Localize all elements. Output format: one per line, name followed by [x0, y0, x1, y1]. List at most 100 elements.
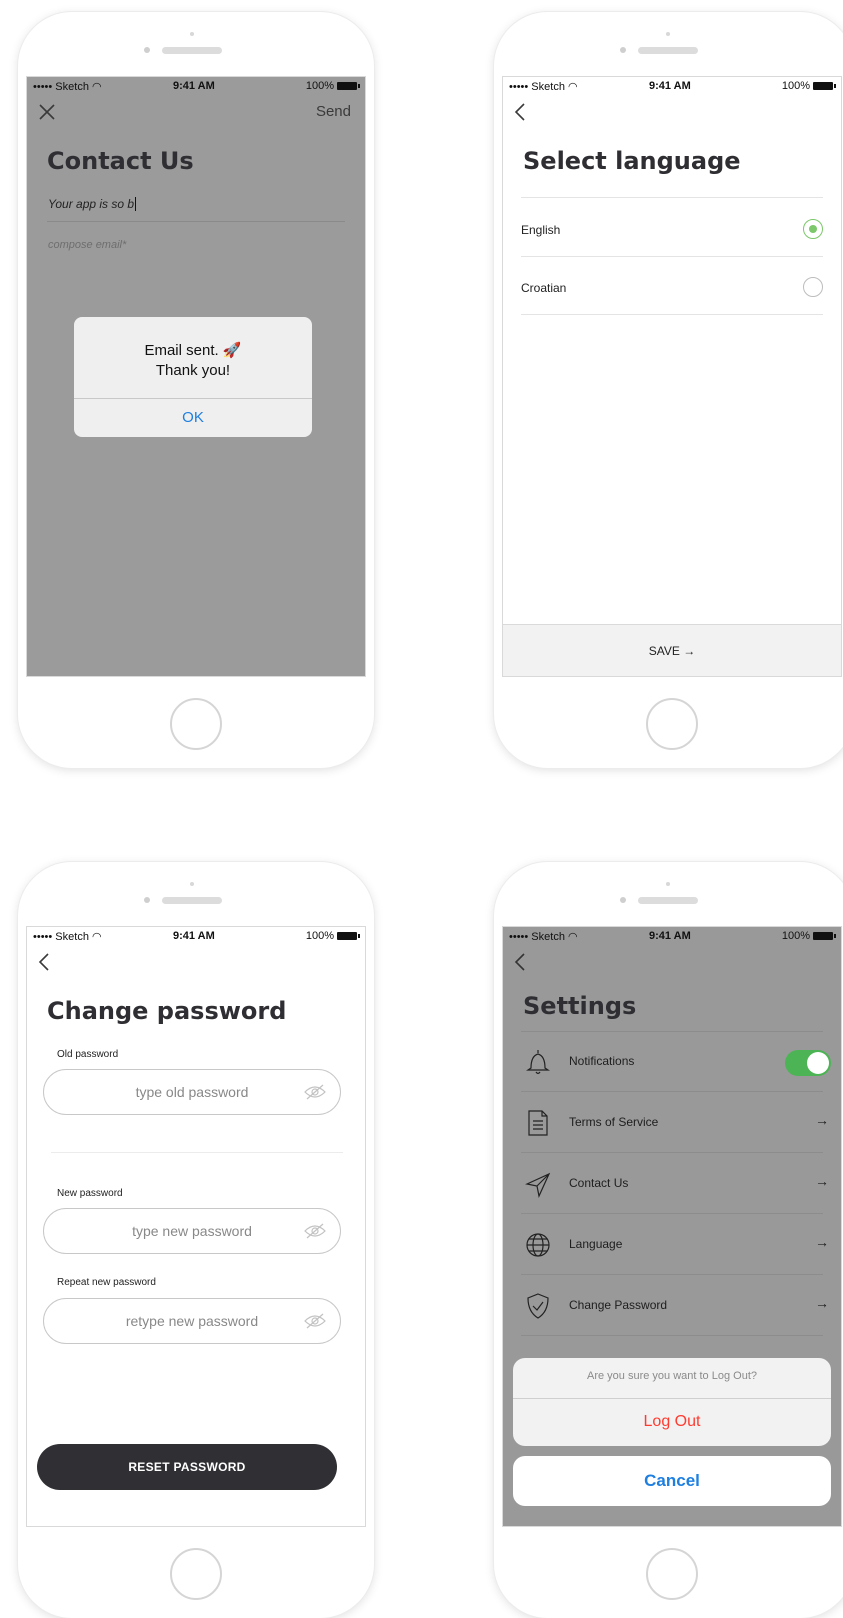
chevron-left-icon[interactable]	[37, 952, 51, 976]
status-bar: ••••• Sketch ◠ 9:41 AM 100%	[503, 927, 841, 945]
row-label: Language	[569, 1237, 623, 1251]
earpiece-speaker	[638, 897, 698, 904]
contact-screen: ••••• Sketch ◠ 9:41 AM 100% Send Contact…	[26, 76, 366, 677]
row-label: Terms of Service	[569, 1115, 659, 1129]
clock: 9:41 AM	[173, 930, 215, 942]
radio-unselected[interactable]	[803, 277, 823, 297]
front-camera	[144, 897, 150, 903]
clock: 9:41 AM	[173, 80, 215, 92]
language-label: English	[521, 223, 561, 237]
battery-percent: 100%	[781, 930, 810, 942]
battery-icon	[813, 932, 836, 940]
clock: 9:41 AM	[649, 930, 691, 942]
language-screen: ••••• Sketch ◠ 9:41 AM 100% Select langu…	[502, 76, 842, 677]
page-title: Settings	[523, 992, 637, 1020]
page-title: Select language	[523, 147, 741, 175]
battery-percent: 100%	[305, 930, 334, 942]
phone-frame-language: ••••• Sketch ◠ 9:41 AM 100% Select langu…	[494, 12, 843, 768]
document-icon	[528, 1110, 548, 1136]
field-divider	[47, 221, 345, 222]
reset-password-button[interactable]: RESET PASSWORD	[37, 1444, 337, 1490]
settings-row-notifications[interactable]: Notifications	[503, 1032, 841, 1092]
clock: 9:41 AM	[649, 80, 691, 92]
home-button[interactable]	[646, 698, 698, 750]
battery-icon	[337, 82, 360, 90]
home-button[interactable]	[170, 698, 222, 750]
row-divider	[521, 1335, 823, 1336]
new-password-input[interactable]	[44, 1209, 340, 1253]
paper-plane-icon	[525, 1172, 551, 1198]
bell-icon	[526, 1050, 550, 1075]
shield-check-icon	[527, 1293, 549, 1319]
phone-frame-contact: ••••• Sketch ◠ 9:41 AM 100% Send Contact…	[18, 12, 374, 768]
new-password-label: New password	[57, 1188, 123, 1199]
carrier-label: ••••• Sketch ◠	[33, 81, 102, 93]
sensor-dot	[190, 882, 194, 886]
phone-frame-settings: ••••• Sketch ◠ 9:41 AM 100% Settings Not…	[494, 862, 843, 1618]
old-password-input[interactable]	[44, 1070, 340, 1114]
divider	[521, 314, 823, 315]
battery-indicator: 100%	[781, 80, 836, 92]
text-cursor	[135, 197, 137, 211]
email-sent-alert: Email sent. 🚀 Thank you! OK	[74, 317, 312, 437]
old-password-field[interactable]	[43, 1069, 341, 1115]
logout-button[interactable]: Log Out	[513, 1398, 831, 1446]
battery-indicator: 100%	[305, 80, 360, 92]
status-bar: ••••• Sketch ◠ 9:41 AM 100%	[27, 927, 365, 945]
close-icon[interactable]	[37, 102, 57, 126]
settings-row-terms[interactable]: Terms of Service →	[503, 1093, 841, 1153]
send-button[interactable]: Send	[316, 103, 351, 120]
subject-field[interactable]: Your app is so b	[48, 197, 137, 211]
eye-hidden-icon[interactable]	[304, 1084, 326, 1100]
earpiece-speaker	[162, 47, 222, 54]
password-screen: ••••• Sketch ◠ 9:41 AM 100% Change passw…	[26, 926, 366, 1527]
divider	[51, 1152, 343, 1153]
battery-icon	[813, 82, 836, 90]
language-label: Croatian	[521, 281, 567, 295]
ok-button[interactable]: OK	[74, 398, 312, 437]
battery-icon	[337, 932, 360, 940]
row-label: Contact Us	[569, 1176, 629, 1190]
subject-value: Your app is so b	[48, 197, 135, 211]
settings-row-language[interactable]: Language →	[503, 1215, 841, 1275]
battery-percent: 100%	[305, 80, 334, 92]
row-label: Change Password	[569, 1298, 668, 1312]
new-password-field[interactable]	[43, 1208, 341, 1254]
front-camera	[620, 47, 626, 53]
arrow-right-icon: →	[815, 1173, 829, 1189]
notifications-toggle[interactable]	[785, 1050, 831, 1076]
settings-screen: ••••• Sketch ◠ 9:41 AM 100% Settings Not…	[502, 926, 842, 1527]
settings-row-change-password[interactable]: Change Password →	[503, 1276, 841, 1336]
row-divider	[521, 1091, 823, 1092]
arrow-right-icon: →	[815, 1295, 829, 1311]
row-divider	[521, 1213, 823, 1214]
arrow-right-icon: →	[815, 1234, 829, 1250]
page-title: Contact Us	[47, 147, 194, 175]
phone-frame-password: ••••• Sketch ◠ 9:41 AM 100% Change passw…	[18, 862, 374, 1618]
logout-action-sheet: Are you sure you want to Log Out? Log Ou…	[513, 1358, 831, 1446]
status-bar: ••••• Sketch ◠ 9:41 AM 100%	[27, 77, 365, 95]
repeat-password-field[interactable]	[43, 1298, 341, 1344]
radio-selected[interactable]	[803, 219, 823, 239]
repeat-password-label: Repeat new password	[57, 1277, 156, 1288]
battery-indicator: 100%	[305, 930, 360, 942]
battery-indicator: 100%	[781, 930, 836, 942]
settings-row-contact[interactable]: Contact Us →	[503, 1154, 841, 1214]
row-divider	[521, 1274, 823, 1275]
battery-percent: 100%	[781, 80, 810, 92]
divider	[521, 197, 823, 198]
sensor-dot	[190, 32, 194, 36]
alert-message: Email sent. 🚀 Thank you!	[74, 341, 312, 381]
email-body-field[interactable]: compose email*	[48, 239, 126, 251]
globe-icon	[526, 1233, 550, 1257]
chevron-left-icon[interactable]	[513, 952, 527, 976]
repeat-password-input[interactable]	[44, 1299, 340, 1343]
home-button[interactable]	[646, 1548, 698, 1600]
front-camera	[144, 47, 150, 53]
eye-hidden-icon[interactable]	[304, 1313, 326, 1329]
home-button[interactable]	[170, 1548, 222, 1600]
cancel-button[interactable]: Cancel	[513, 1456, 831, 1506]
chevron-left-icon[interactable]	[513, 102, 527, 126]
save-button[interactable]: SAVE →	[503, 624, 841, 676]
eye-hidden-icon[interactable]	[304, 1223, 326, 1239]
